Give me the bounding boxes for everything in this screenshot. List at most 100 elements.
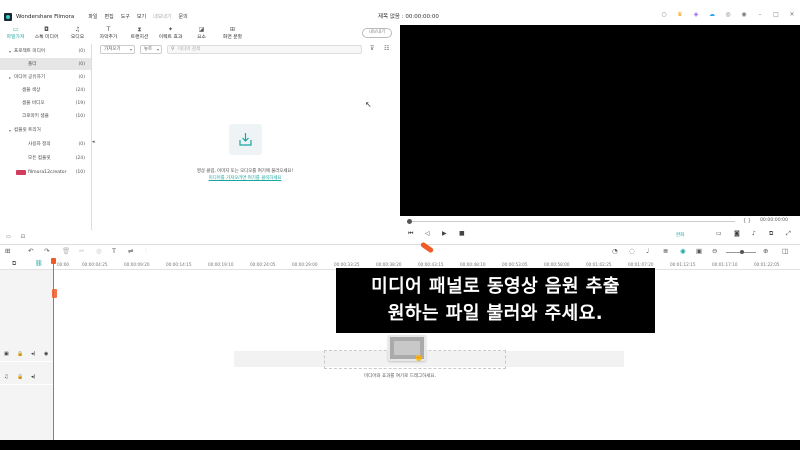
shield-icon[interactable]: ◌	[629, 247, 635, 255]
delete-icon[interactable]: 🗑	[62, 247, 70, 255]
notification-icon[interactable]: ◎	[724, 11, 732, 18]
text-edit-icon[interactable]: T	[112, 247, 116, 255]
zoom-in-icon[interactable]: ⊕	[763, 247, 768, 255]
render-quality-dropdown[interactable]: 완화	[676, 232, 684, 238]
chevron-down-icon: ▾	[129, 47, 132, 52]
auto-highlight-icon[interactable]: ◉	[680, 247, 686, 255]
search-input[interactable]: ⚲ 미디어 검색	[167, 45, 362, 54]
menu-view[interactable]: 보기	[137, 13, 146, 20]
volume-icon[interactable]: ♪	[752, 230, 756, 237]
menu-tools[interactable]: 도구	[121, 13, 130, 20]
mute-icon[interactable]: ◂)	[31, 374, 35, 380]
tutorial-subtitle: 미디어 패널로 동영상 음원 추출 원하는 파일 불러와 주세요.	[336, 268, 655, 333]
import-download-icon	[239, 133, 252, 146]
adjust-icon[interactable]: ⇌	[128, 247, 133, 255]
sidebar-item-custom[interactable]: 사용자 정의 (0)	[0, 138, 91, 150]
tab-import[interactable]: ▭ 파일가져	[0, 25, 31, 45]
zoom-slider-knob[interactable]	[740, 250, 744, 254]
tick-label: 00:00:33:25	[334, 262, 360, 267]
play-icon[interactable]: ▶	[442, 230, 447, 237]
filter-icon[interactable]: ⊽	[370, 45, 374, 52]
close-icon[interactable]: ✕	[788, 11, 796, 18]
cut-icon[interactable]: ✂	[79, 247, 84, 255]
playback-scrubber[interactable]	[407, 219, 412, 224]
menu-edit[interactable]: 편집	[104, 13, 113, 20]
tab-effects[interactable]: ✦ 이펙트 효과	[155, 25, 186, 42]
export-button[interactable]: 내보내기	[362, 28, 392, 38]
collapse-sidebar-icon[interactable]: ◂	[92, 139, 95, 145]
sidebar-item-chroma-key[interactable]: 크로마키 샘플 (10)	[0, 110, 91, 122]
playback-progress-bar[interactable]	[410, 221, 735, 222]
snap-icon[interactable]: ▣	[696, 247, 702, 255]
audio-wave-icon[interactable]: ⫶	[145, 247, 147, 256]
project-title: 제목 없음 : 00:00:00:00	[378, 14, 439, 20]
microphone-icon[interactable]: ♩	[646, 247, 649, 255]
maximize-icon[interactable]: □	[772, 11, 780, 18]
tab-stock-media[interactable]: ◘ 스톡 미디어	[31, 25, 62, 42]
lightbulb-icon[interactable]: ○	[660, 11, 668, 18]
sidebar-item-sample-colors[interactable]: 샘플 색상 (24)	[0, 84, 91, 96]
menu-export[interactable]: 내보내기	[153, 13, 171, 20]
lock-icon[interactable]: 🔒	[17, 374, 23, 380]
subtitle-icon[interactable]: ≣	[663, 247, 668, 255]
sidebar-item-shared-media[interactable]: ▸ 미디어 공유하기 (0)	[0, 71, 91, 83]
menu-bar: 파일 편집 도구 보기 내보내기 문의	[88, 13, 187, 20]
mark-in-out-icon[interactable]: { }	[743, 218, 751, 224]
add-track-icon[interactable]: ⧉	[12, 260, 16, 268]
folder-add-icon[interactable]: ⊡	[21, 234, 25, 240]
playhead-line[interactable]	[53, 258, 54, 440]
stop-icon[interactable]: ■	[459, 230, 465, 237]
play-reverse-icon[interactable]: ◁	[425, 230, 430, 237]
tab-transitions[interactable]: ⧗ 트랜지션	[124, 25, 155, 42]
import-media-button[interactable]	[229, 124, 262, 155]
tab-audio[interactable]: ♫ 오디오	[62, 25, 93, 42]
player-progress-row: { } 00:00:00:00	[400, 216, 800, 228]
pip-icon[interactable]: ⧉	[769, 230, 773, 238]
snapshot-icon[interactable]: ◙	[734, 230, 740, 237]
sidebar-item-sample-video[interactable]: 샘플 비디오 (19)	[0, 97, 91, 109]
playhead-handle[interactable]	[51, 258, 56, 264]
sort-dropdown[interactable]: 가져오기 ▾	[100, 45, 135, 54]
gift-icon[interactable]: ◈	[692, 11, 700, 18]
render-icon[interactable]: ◔	[612, 247, 618, 255]
redo-icon[interactable]: ↷	[44, 247, 49, 255]
step-back-icon[interactable]: ⏮	[408, 230, 413, 238]
menu-help[interactable]: 문의	[179, 13, 188, 20]
crop-icon[interactable]: ◎	[96, 247, 102, 255]
import-link[interactable]: 미디어를 가져오려면 여기를 클릭하세요	[160, 175, 330, 181]
fullscreen-icon[interactable]: ⤢	[786, 230, 791, 238]
playhead-marker[interactable]	[52, 289, 57, 298]
lock-icon[interactable]: 🔒	[17, 351, 23, 357]
sidebar-item-folder[interactable]: 폴더 (0)	[0, 58, 91, 70]
tick-label: 00:01:07:20	[628, 262, 654, 267]
zoom-out-icon[interactable]: ⊖	[712, 247, 717, 255]
sidebar-item-filmora-creator[interactable]: filmora12creator (10)	[0, 166, 91, 178]
sidebar-item-all-compound[interactable]: 모든 컴플릿 (24)	[0, 152, 91, 164]
account-icon[interactable]: ◉	[740, 11, 748, 18]
tab-titles[interactable]: T 자막추가	[93, 25, 124, 42]
mute-icon[interactable]: ◂)	[31, 351, 35, 357]
grid-view-icon[interactable]: ☷	[384, 45, 389, 52]
eye-icon[interactable]: ◉	[44, 351, 48, 357]
preview-player	[400, 25, 800, 216]
crown-icon[interactable]: ♛	[676, 11, 684, 18]
panel-toggle-icon[interactable]: ◫	[782, 247, 788, 255]
layout-icon[interactable]: ⊞	[5, 247, 10, 255]
app-name: Wondershare Filmora	[16, 13, 75, 20]
view-dropdown[interactable]: 뉴트 ▾	[140, 45, 162, 54]
tab-split-screen[interactable]: ⊞ 화면 분할	[217, 25, 248, 42]
undo-icon[interactable]: ↶	[28, 247, 33, 255]
sidebar-item-project-media[interactable]: ▾ 프로젝트 미디어 (0)	[0, 45, 91, 57]
timeline-toolbar: ⊞ ↶ ↷ 🗑 ✂ ◎ T ⇌ ⫶ ◔ ◌ ♩ ≣ ◉ ▣ ⊖ ⊕ ◫	[0, 244, 800, 258]
tick-label: 00:00:09:20	[124, 262, 150, 267]
display-icon[interactable]: ▭	[716, 230, 722, 237]
ribbon-toolbar: ▭ 파일가져 ◘ 스톡 미디어 ♫ 오디오 T 자막추가 ⧗ 트랜지션 ✦ 이펙…	[0, 25, 400, 45]
sidebar-item-compound[interactable]: ▾ 컴플릿 트리거	[0, 124, 91, 136]
tab-elements[interactable]: ◪ 요소	[186, 25, 217, 42]
link-icon[interactable]: ⛓	[35, 260, 43, 267]
cloud-icon[interactable]: ☁	[708, 11, 716, 18]
minimize-icon[interactable]: –	[756, 11, 764, 18]
elements-icon: ◪	[198, 26, 205, 33]
new-folder-icon[interactable]: ▭	[6, 234, 11, 240]
menu-file[interactable]: 파일	[88, 13, 97, 20]
